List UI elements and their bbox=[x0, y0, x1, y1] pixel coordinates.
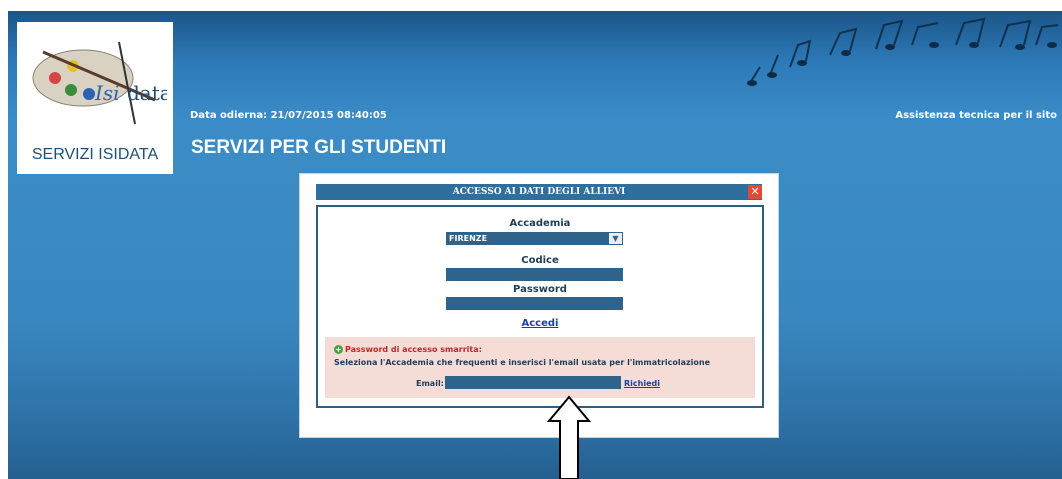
svg-text:data: data bbox=[127, 81, 167, 105]
code-label: Codice bbox=[521, 255, 559, 266]
password-label: Password bbox=[513, 284, 567, 295]
dialog-title: ACCESSO AI DATI DEGLI ALLIEVI bbox=[316, 184, 762, 200]
request-link[interactable]: Richiedi bbox=[624, 379, 660, 388]
password-recovery-panel: + Password di accesso smarrita: Selezion… bbox=[325, 337, 755, 398]
isidata-logo: Isi data SERVIZI ISIDATA bbox=[17, 22, 173, 174]
current-date: Data odierna: 21/07/2015 08:40:05 bbox=[190, 110, 387, 121]
email-label: Email: bbox=[416, 379, 444, 388]
logo-caption: SERVIZI ISIDATA bbox=[31, 146, 159, 163]
close-icon[interactable]: ✕ bbox=[748, 185, 762, 199]
academy-selected-value: FIRENZE bbox=[449, 234, 488, 243]
login-form: Accademia FIRENZE ▼ Codice Password Acce… bbox=[316, 205, 764, 408]
dropdown-arrow-icon[interactable]: ▼ bbox=[609, 233, 622, 244]
recovery-description: Seleziona l'Accademia che frequenti e in… bbox=[334, 358, 711, 367]
recovery-title: Password di accesso smarrita: bbox=[345, 345, 482, 354]
login-link[interactable]: Accedi bbox=[318, 318, 762, 329]
email-input[interactable] bbox=[445, 376, 621, 389]
login-dialog: ACCESSO AI DATI DEGLI ALLIEVI ✕ Accademi… bbox=[299, 173, 779, 438]
academy-label: Accademia bbox=[509, 218, 571, 229]
page-title: SERVIZI PER GLI STUDENTI bbox=[191, 137, 447, 158]
music-notes-decoration bbox=[747, 17, 1059, 86]
password-input[interactable] bbox=[446, 297, 623, 310]
pointer-arrow-icon bbox=[546, 395, 592, 479]
plus-circle-icon: + bbox=[334, 345, 343, 354]
svg-text:Isi: Isi bbox=[94, 81, 120, 105]
code-input[interactable] bbox=[446, 268, 623, 281]
academy-select[interactable]: FIRENZE ▼ bbox=[446, 232, 623, 245]
palette-logo-icon: Isi data bbox=[32, 41, 167, 125]
support-link[interactable]: Assistenza tecnica per il sito bbox=[895, 110, 1057, 121]
